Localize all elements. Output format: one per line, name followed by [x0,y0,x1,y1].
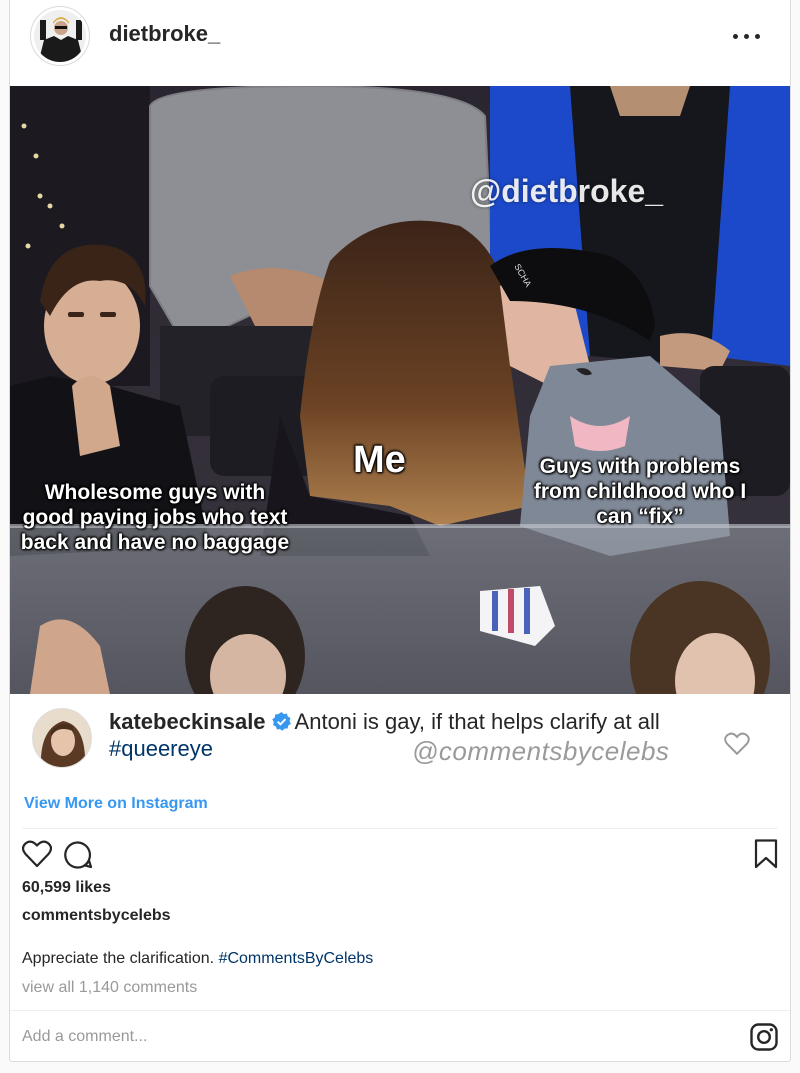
view-more-on-instagram-link[interactable]: View More on Instagram [24,795,208,813]
stadium-scene-illustration: SCHA [10,86,790,694]
more-options-button[interactable] [730,27,764,45]
image-watermark: @dietbroke_ [470,173,664,209]
verified-badge-icon [271,712,291,731]
more-dot [744,34,749,39]
heart-outline-icon[interactable] [22,839,52,869]
add-comment-input[interactable] [22,1025,702,1049]
bookmark-icon[interactable] [751,839,781,869]
featured-comment: katebeckinsale Antoni is gay, if that hel… [10,694,790,784]
caption: Appreciate the clarification. #CommentsB… [22,950,373,968]
comment-watermark: @commentsbycelebs [412,736,670,766]
instagram-logo-icon[interactable] [750,1023,778,1051]
caption-username[interactable]: commentsbycelebs [22,907,171,925]
add-comment-bar [10,1010,790,1062]
meme-label-problems: Guys with problems from childhood who I … [533,455,747,529]
meme-label-me: Me [353,439,406,481]
caption-hashtag[interactable]: #CommentsByCelebs [219,950,374,967]
more-dot [755,34,760,39]
comment-like-heart-icon[interactable] [724,732,750,756]
avatar-image [34,10,86,62]
post-image[interactable]: SCHA @dietbroke_ Me Wholesome guys with … [10,86,790,694]
comment-text: Antoni is gay, if that helps clarify at … [294,709,660,734]
comment-hashtag[interactable]: #queereye [109,736,213,761]
caption-text: Appreciate the clarification. [22,950,215,967]
comment-bubble-icon[interactable] [64,840,94,870]
owner-avatar[interactable] [30,6,90,66]
more-horizontal-icon [733,34,738,39]
owner-username[interactable]: dietbroke_ [109,21,220,47]
commenter-avatar[interactable] [32,708,92,768]
commenter-username[interactable]: katebeckinsale [109,709,266,734]
divider [22,828,778,829]
meme-label-wholesome: Wholesome guys with good paying jobs who… [20,481,290,555]
likes-count[interactable]: 60,599 likes [22,879,111,897]
view-all-comments-link[interactable]: view all 1,140 comments [22,979,197,997]
post-header: dietbroke_ [10,0,790,86]
instagram-embed-card: dietbroke_ SCHA @dietbroke_ Me Wholesome… [9,0,791,1062]
